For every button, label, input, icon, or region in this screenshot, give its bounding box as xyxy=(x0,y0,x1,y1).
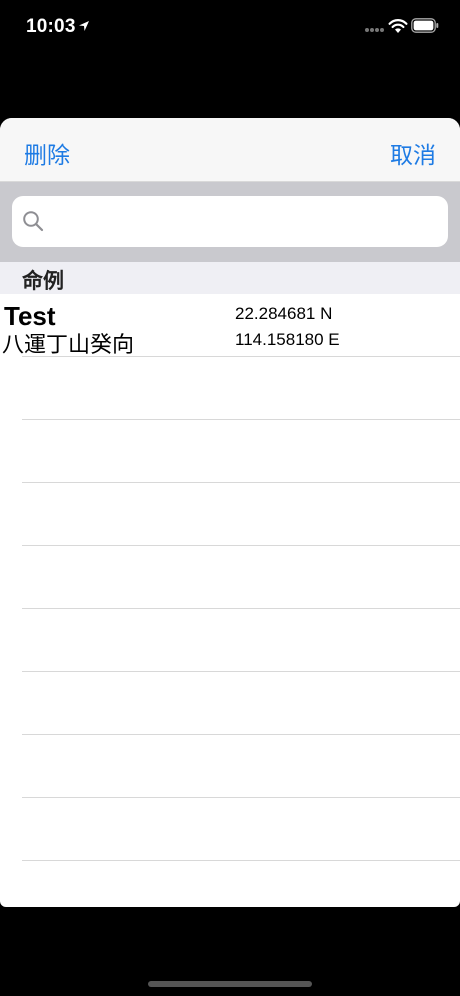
battery-icon xyxy=(411,18,439,33)
row-latitude: 22.284681 N xyxy=(235,304,333,323)
section-header: 命例 xyxy=(0,262,460,294)
empty-row xyxy=(0,483,460,546)
search-bar xyxy=(0,182,460,262)
empty-row xyxy=(0,546,460,609)
empty-row xyxy=(0,735,460,798)
empty-row xyxy=(0,357,460,420)
cancel-button[interactable]: 取消 xyxy=(390,136,436,170)
row-subtitle: 八運丁山癸向 xyxy=(2,333,135,358)
row-longitude: 114.158180 E xyxy=(235,330,340,349)
wifi-icon xyxy=(388,19,408,33)
modal-sheet: 删除 取消 命例 Test 八運丁山癸向 22.284681 N 114.158… xyxy=(0,118,460,907)
record-list: Test 八運丁山癸向 22.284681 N 114.158180 E xyxy=(0,294,460,907)
row-separator xyxy=(22,860,460,861)
empty-row xyxy=(0,672,460,735)
list-item[interactable]: Test 八運丁山癸向 22.284681 N 114.158180 E xyxy=(0,294,460,358)
location-arrow-icon xyxy=(79,21,89,31)
signal-dots-icon xyxy=(365,28,384,32)
search-input[interactable] xyxy=(52,204,438,238)
status-time: 10:03 xyxy=(26,16,76,37)
empty-row xyxy=(0,798,460,861)
search-field[interactable] xyxy=(12,196,448,247)
delete-button[interactable]: 删除 xyxy=(24,136,70,170)
home-indicator[interactable] xyxy=(148,981,312,987)
screen: 10:03 删除 取消 命例 Test 八運丁山癸向 22.284681 N 1… xyxy=(0,0,460,996)
navigation-bar: 删除 取消 xyxy=(0,118,460,182)
status-bar: 10:03 xyxy=(0,0,460,56)
empty-row xyxy=(0,609,460,672)
empty-row xyxy=(0,420,460,483)
search-icon xyxy=(23,211,44,232)
section-title: 命例 xyxy=(22,269,64,293)
